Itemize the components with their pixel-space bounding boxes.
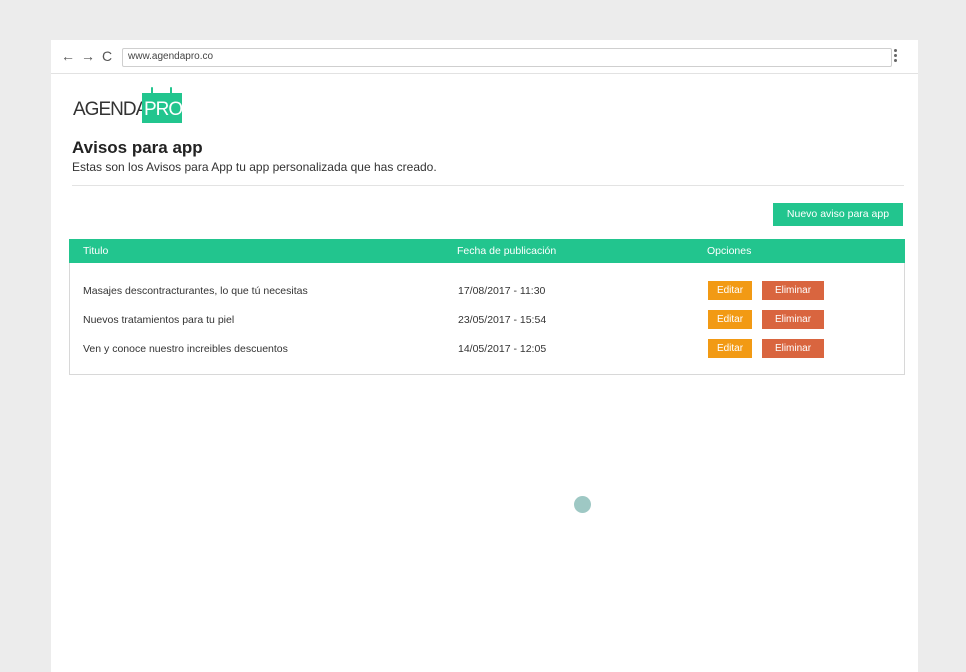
table-row: Masajes descontracturantes, lo que tú ne… <box>70 280 904 302</box>
menu-dots-icon[interactable] <box>893 49 899 65</box>
logo-text-pro: PRO <box>144 99 183 120</box>
column-header-date: Fecha de publicación <box>457 245 557 257</box>
notices-table: Titulo Fecha de publicación Opciones Mas… <box>69 239 905 375</box>
row-date: 23/05/2017 - 15:54 <box>458 314 547 326</box>
row-title: Nuevos tratamientos para tu piel <box>83 314 235 326</box>
row-title: Masajes descontracturantes, lo que tú ne… <box>83 285 308 297</box>
table-header: Titulo Fecha de publicación Opciones <box>69 239 905 263</box>
address-bar[interactable]: www.agendapro.co <box>122 48 892 67</box>
delete-button[interactable]: Eliminar <box>762 310 824 329</box>
page-title: Avisos para app <box>72 138 203 157</box>
table-row: Nuevos tratamientos para tu piel 23/05/2… <box>70 309 904 331</box>
browser-toolbar: ← → C www.agendapro.co <box>51 40 918 74</box>
logo-text-agenda: AGENDA <box>73 99 148 120</box>
row-date: 17/08/2017 - 11:30 <box>458 285 546 297</box>
delete-button[interactable]: Eliminar <box>762 339 824 358</box>
column-header-options: Opciones <box>707 245 752 257</box>
reload-icon[interactable]: C <box>100 48 114 64</box>
agendapro-logo[interactable]: AGENDA PRO <box>73 81 213 127</box>
logo-pro-box: PRO <box>142 87 183 123</box>
loading-spinner-icon <box>574 496 591 513</box>
browser-window: ← → C www.agendapro.co AGENDA PRO Avisos… <box>51 40 918 672</box>
table-row: Ven y conoce nuestro increibles descuent… <box>70 338 904 360</box>
edit-button[interactable]: Editar <box>708 339 752 358</box>
forward-icon[interactable]: → <box>81 48 95 64</box>
url-text: www.agendapro.co <box>128 51 214 62</box>
row-date: 14/05/2017 - 12:05 <box>458 343 547 355</box>
edit-button[interactable]: Editar <box>708 310 752 329</box>
new-notice-button[interactable]: Nuevo aviso para app <box>773 203 903 226</box>
edit-button[interactable]: Editar <box>708 281 752 300</box>
column-header-title: Titulo <box>83 245 109 257</box>
page-subtitle: Estas son los Avisos para App tu app per… <box>72 160 437 174</box>
divider <box>72 185 904 186</box>
delete-button[interactable]: Eliminar <box>762 281 824 300</box>
row-title: Ven y conoce nuestro increibles descuent… <box>83 343 288 355</box>
back-icon[interactable]: ← <box>61 48 75 64</box>
